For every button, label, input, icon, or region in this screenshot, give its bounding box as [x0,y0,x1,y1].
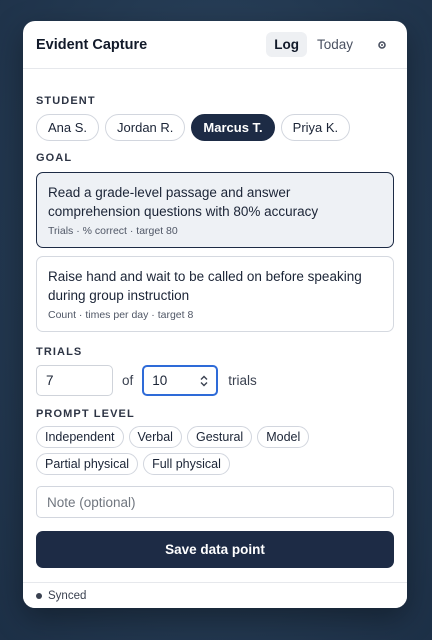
header: Evident Capture Log Today [23,21,407,69]
content: STUDENT Ana S. Jordan R. Marcus T. Priya… [23,95,407,568]
prompt-chip-gestural[interactable]: Gestural [186,426,253,448]
status-bar: Synced [23,582,407,608]
gear-icon[interactable] [371,34,393,56]
tab-today[interactable]: Today [309,32,361,57]
prompt-chips: Independent Verbal Gestural Model Partia… [36,426,356,475]
student-chips: Ana S. Jordan R. Marcus T. Priya K. [36,114,394,141]
sync-status-text: Synced [48,589,87,602]
correct-input[interactable]: 7 [36,365,113,396]
goal-title: Raise hand and wait to be called on befo… [48,269,362,303]
goal-card-raise-hand[interactable]: Raise hand and wait to be called on befo… [36,256,394,332]
header-nav: Log Today [264,32,393,57]
app-title: Evident Capture [36,36,148,53]
trials-label: TRIALS [36,346,83,358]
goal-card-reading[interactable]: Read a grade-level passage and answer co… [36,172,394,248]
student-chip-ana[interactable]: Ana S. [36,114,100,141]
student-label: STUDENT [36,95,96,107]
sync-status-dot-icon [36,592,42,599]
prompt-chip-independent[interactable]: Independent [36,426,124,448]
student-chip-marcus[interactable]: Marcus T. [191,114,275,141]
student-chip-priya[interactable]: Priya K. [280,114,351,141]
prompt-chip-model[interactable]: Model [257,426,310,448]
total-trials-value: 10 [152,373,168,388]
total-trials-input[interactable]: 10 [142,365,219,396]
prompt-chip-verbal[interactable]: Verbal [128,426,182,448]
goal-label: GOAL [36,152,73,164]
of-text: of [122,373,134,388]
goal-title: Read a grade-level passage and answer co… [48,185,319,219]
prompt-level-label: PROMPT LEVEL [36,408,135,420]
note-input[interactable]: Note (optional) [36,486,394,518]
goal-meta: Count · times per day · target 8 [48,309,194,321]
tab-log[interactable]: Log [266,32,307,57]
capture-panel: Evident Capture Log Today STUDENT Ana S.… [23,21,407,608]
prompt-chip-partial-physical[interactable]: Partial physical [36,453,139,475]
stepper-icon[interactable] [200,375,208,387]
trials-row: 7 of 10 trials [36,365,394,396]
prompt-chip-full-physical[interactable]: Full physical [143,453,230,475]
goal-meta: Trials · % correct · target 80 [48,225,178,237]
save-data-point-button[interactable]: Save data point [36,531,394,568]
student-chip-jordan[interactable]: Jordan R. [105,114,186,141]
trials-unit: trials [228,373,257,388]
